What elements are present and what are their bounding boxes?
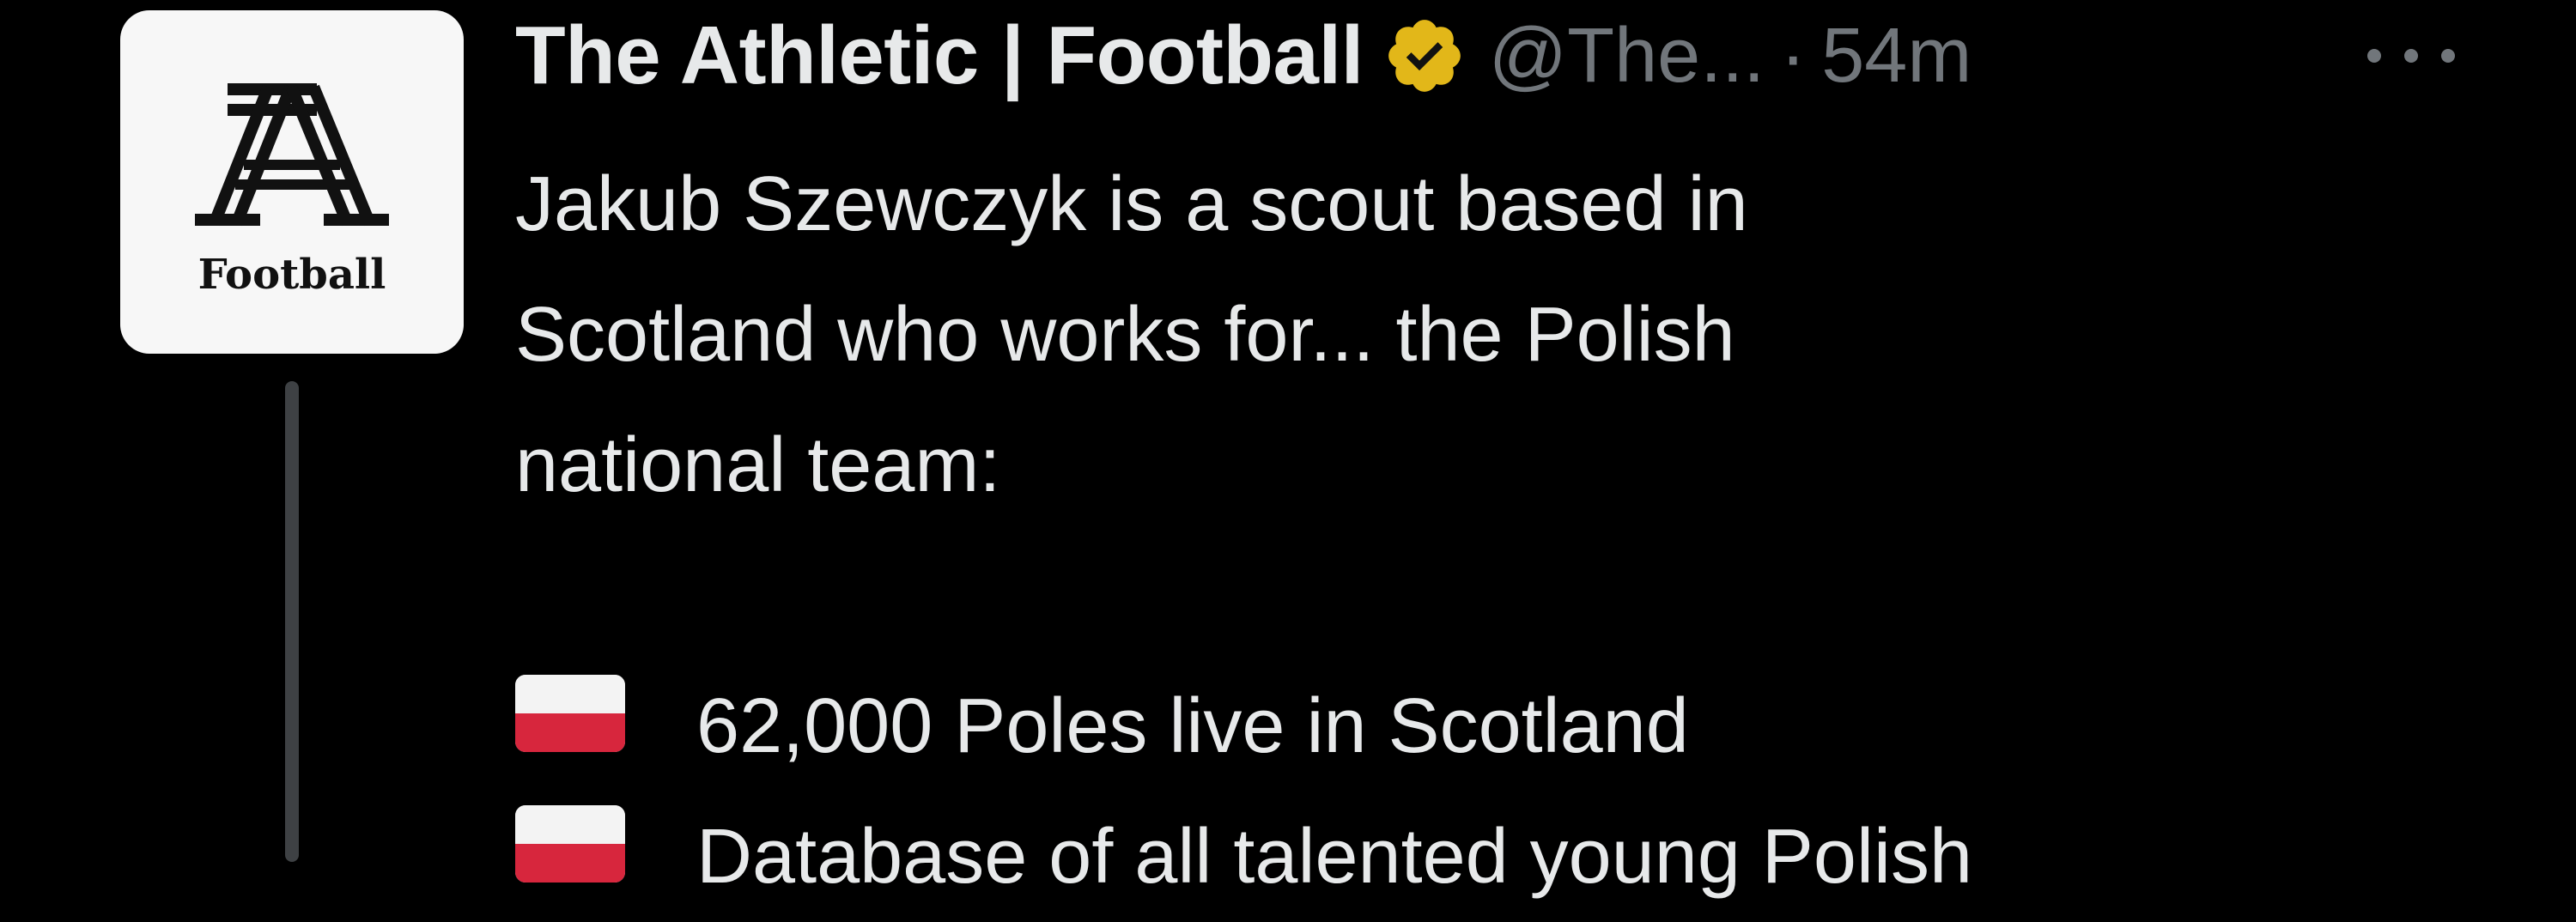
verified-badge-icon (1382, 14, 1467, 98)
avatar[interactable]: Football (120, 10, 464, 354)
poland-flag-icon (515, 805, 625, 883)
poland-flag-icon (515, 675, 625, 752)
more-options-icon[interactable] (2355, 34, 2467, 77)
bullet-text: Database of all talented young Polish (696, 814, 1973, 900)
author-display-name[interactable]: The Athletic | Football (515, 9, 1364, 103)
bullet-item: Database of all talented young Polish (515, 792, 1972, 922)
bullet-item: 62,000 Poles live in Scotland (515, 661, 1972, 792)
tweet-text-line: Scotland who works for... the Polish (515, 292, 1735, 378)
tweet-text: Jakub Szewczyk is a scout based in Scotl… (515, 139, 1972, 922)
tweet-text-line: Jakub Szewczyk is a scout based in (515, 161, 1748, 247)
tweet-timestamp[interactable]: 54m (1821, 12, 1971, 100)
the-athletic-logo-icon: Football (195, 83, 389, 299)
bullet-text: 62,000 Poles live in Scotland (696, 683, 1689, 769)
avatar-logo-text: Football (198, 251, 386, 299)
meta-separator: · (1780, 12, 1807, 99)
tweet[interactable]: Football The Athletic | Football @The...… (0, 0, 2576, 900)
thread-line (285, 381, 299, 862)
tweet-text-line: national team: (515, 422, 1001, 508)
tweet-header: The Athletic | Football @The... · 54m (515, 9, 1971, 103)
author-handle[interactable]: @The... (1489, 12, 1765, 100)
